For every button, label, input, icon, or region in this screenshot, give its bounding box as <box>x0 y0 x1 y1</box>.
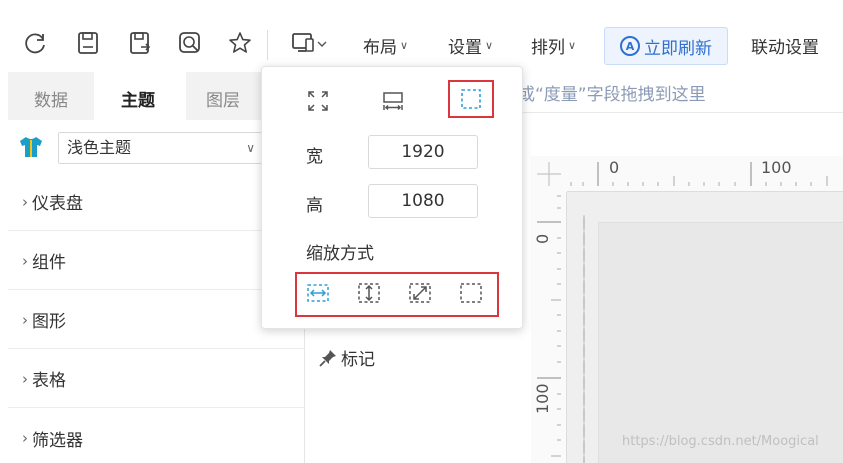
chevron-right-icon: › <box>22 369 28 388</box>
height-label: 高 <box>306 196 323 216</box>
arrange-menu[interactable]: 排列 ∨ <box>531 33 576 58</box>
pin-icon <box>318 348 338 368</box>
page-size-popup: 宽 1920 高 1080 缩放方式 <box>261 66 523 329</box>
watermark: https://blog.csdn.net/Moogical <box>622 434 819 449</box>
width-label: 宽 <box>306 147 323 167</box>
ruler-label-100: 100 <box>761 158 792 177</box>
toolbar: 布局 ∨ 设置 ∨ 排列 ∨ A 立即刷新 联动设置 <box>0 0 843 72</box>
chevron-down-icon: ∨ <box>400 39 409 52</box>
linkage-settings-button[interactable]: 联动设置 <box>751 33 819 58</box>
save-as-icon[interactable] <box>127 30 153 56</box>
tshirt-icon <box>18 136 44 158</box>
width-input[interactable]: 1920 <box>368 135 478 169</box>
chevron-down-icon: ∨ <box>568 39 577 52</box>
field-drop-hint: 或“度量”字段拖拽到这里 <box>518 85 706 105</box>
height-input[interactable]: 1080 <box>368 184 478 218</box>
ruler-label-100: 100 <box>533 383 552 414</box>
fit-width-size-icon[interactable] <box>381 89 405 113</box>
layout-menu[interactable]: 布局 ∨ <box>363 33 408 58</box>
fit-height-icon[interactable] <box>357 281 381 305</box>
chevron-right-icon: › <box>22 251 28 270</box>
auto-refresh-icon: A <box>620 36 640 56</box>
no-scale-icon[interactable] <box>459 281 483 305</box>
artboard[interactable] <box>598 222 843 463</box>
ruler-label-0: 0 <box>533 233 552 244</box>
chevron-right-icon: › <box>22 192 28 211</box>
tab-theme[interactable]: 主题 <box>121 86 155 111</box>
mark-section[interactable]: 标记 <box>318 345 375 370</box>
category-tables[interactable]: › 表格 <box>8 350 305 408</box>
ruler-label-0: 0 <box>609 158 620 177</box>
fit-width-icon[interactable] <box>306 281 330 305</box>
chevron-down-icon: ∨ <box>246 141 255 155</box>
ruler-corner <box>531 156 567 192</box>
grid-dots <box>583 215 585 463</box>
chevron-right-icon: › <box>22 310 28 329</box>
preview-icon[interactable] <box>177 30 203 56</box>
category-filters[interactable]: › 筛选器 <box>8 409 305 463</box>
vertical-ruler: 0 100 <box>531 156 567 463</box>
refresh-now-button[interactable]: A 立即刷新 <box>604 27 728 65</box>
tab-data[interactable]: 数据 <box>34 86 68 111</box>
device-icon[interactable] <box>291 30 331 56</box>
chevron-down-icon: ∨ <box>485 39 494 52</box>
tab-layers[interactable]: 图层 <box>206 86 240 111</box>
fit-full-icon[interactable] <box>408 281 432 305</box>
chevron-right-icon: › <box>22 429 28 447</box>
star-icon[interactable] <box>227 30 253 56</box>
grid-dots <box>575 208 843 210</box>
refresh-icon[interactable] <box>22 30 48 56</box>
custom-size-icon[interactable] <box>459 87 483 111</box>
toolbar-separator <box>267 30 268 60</box>
save-icon[interactable] <box>75 30 101 56</box>
theme-select[interactable]: 浅色主题 ∨ <box>58 132 268 164</box>
fullscreen-icon[interactable] <box>306 89 330 113</box>
scale-mode-label: 缩放方式 <box>306 244 374 264</box>
settings-menu[interactable]: 设置 ∨ <box>448 33 493 58</box>
horizontal-ruler: 0 100 <box>531 156 843 192</box>
